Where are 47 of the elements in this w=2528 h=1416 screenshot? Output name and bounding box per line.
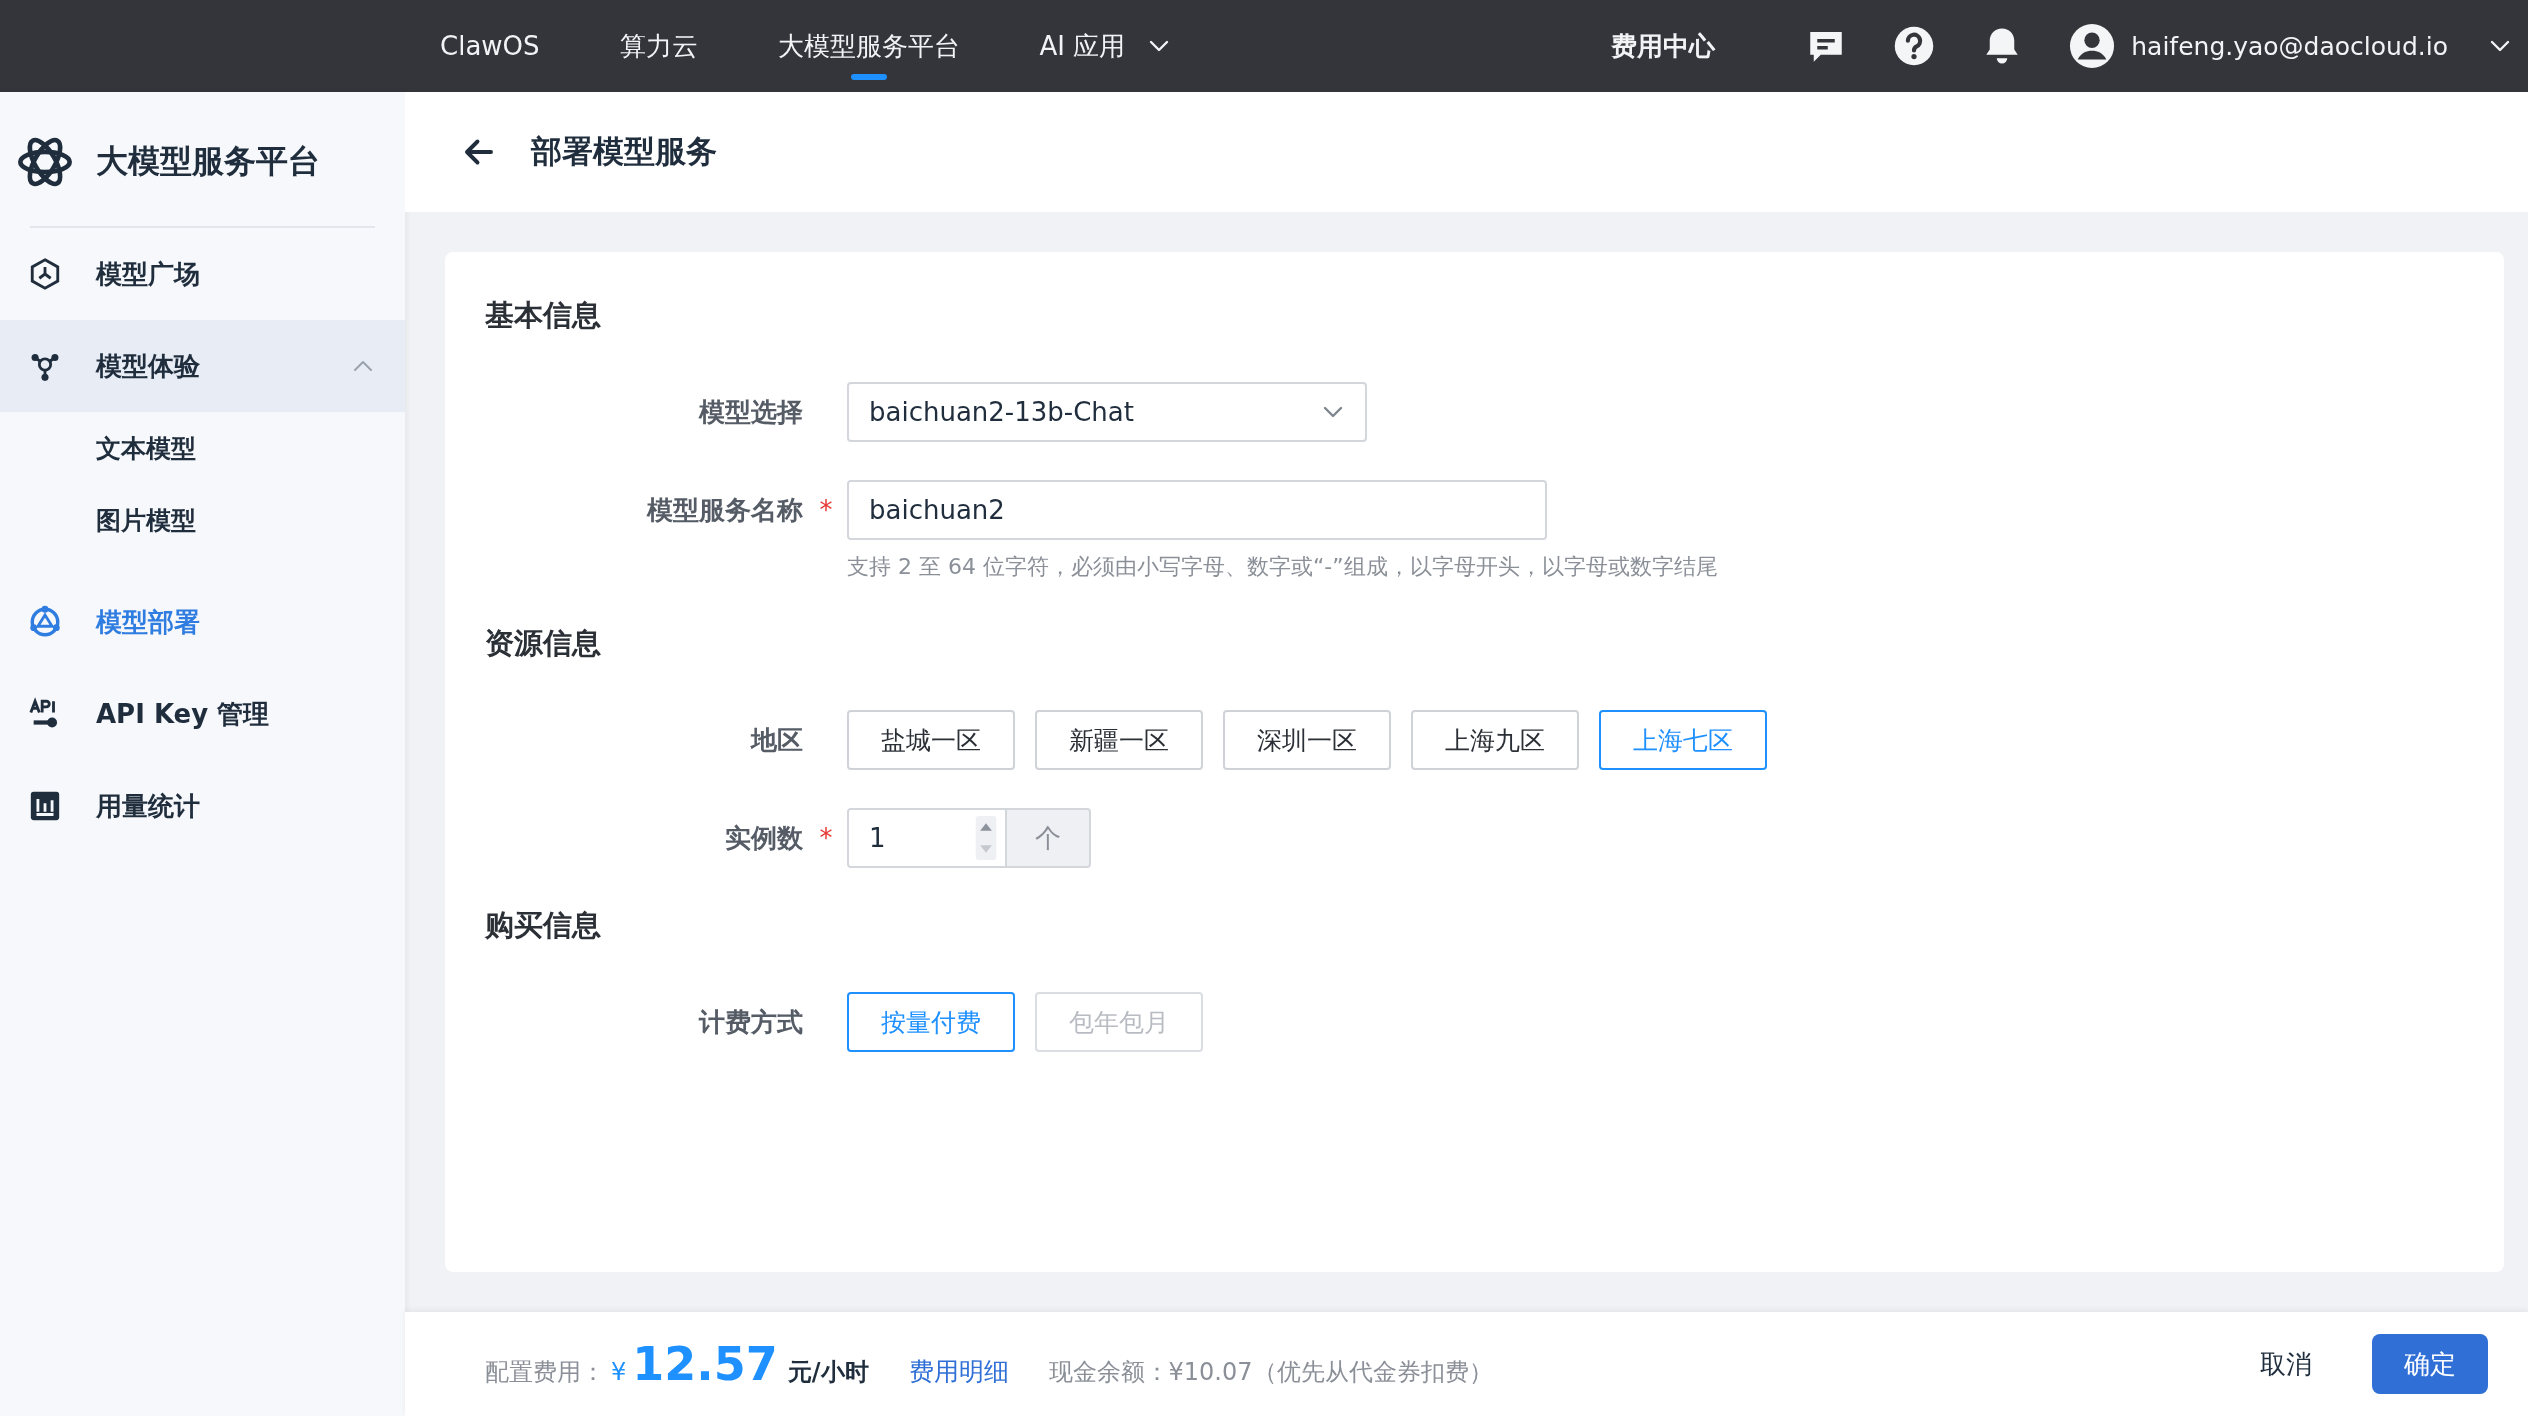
avatar-icon <box>2069 23 2116 69</box>
bar-chart-icon <box>28 789 62 823</box>
section-title: 购买信息 <box>485 907 602 944</box>
cost-detail-link[interactable]: 费用明细 <box>908 1355 1009 1388</box>
sidebar-item[interactable]: 模型广场 <box>0 228 405 320</box>
unit-label: 个 <box>1007 808 1091 868</box>
sidebar-title: 大模型服务平台 <box>96 141 320 182</box>
sidebar-item[interactable]: API Key 管理 <box>0 668 405 760</box>
cost-label: 配置费用： <box>485 1357 605 1388</box>
option-button[interactable]: 新疆一区 <box>1035 710 1203 770</box>
help-icon[interactable] <box>1893 25 1936 67</box>
required-mark: * <box>818 495 834 525</box>
field-label: 地区 <box>751 723 803 757</box>
section-title: 基本信息 <box>485 297 602 334</box>
sidebar-subitem[interactable]: 文本模型 <box>0 412 405 484</box>
field-label: 计费方式 <box>699 1005 803 1039</box>
hexagon-icon <box>28 257 62 291</box>
confirm-button[interactable]: 确定 <box>2372 1334 2488 1394</box>
sidebar-item[interactable]: 模型体验 <box>0 320 405 412</box>
triangle-circle-icon <box>28 605 62 639</box>
field-label: 实例数 <box>725 821 803 855</box>
page-title: 部署模型服务 <box>531 132 717 171</box>
balance-text: 现金余额：¥10.07（优先从代金券扣费） <box>1048 1357 1493 1388</box>
price-text: ¥12.57 <box>611 1337 778 1391</box>
hint-text: 支持 2 至 64 位字符，必须由小写字母、数字或“-”组成，以字母开头，以字母或数字结尾 <box>847 553 1718 581</box>
required-mark: * <box>818 823 834 853</box>
option-button[interactable]: 盐城一区 <box>847 710 1015 770</box>
sidebar-subitem[interactable]: 图片模型 <box>0 484 405 556</box>
stepper-icon <box>975 816 997 860</box>
sidebar-item[interactable]: 用量统计 <box>0 760 405 852</box>
input-field[interactable]: baichuan2 <box>847 480 1547 540</box>
cancel-button[interactable]: 取消 <box>2250 1336 2322 1392</box>
field-label: 模型服务名称 <box>647 493 803 527</box>
option-button[interactable]: 上海九区 <box>1411 710 1579 770</box>
nav-tab[interactable]: 大模型服务平台 <box>737 0 1000 92</box>
field-label: 模型选择 <box>699 395 803 429</box>
option-button[interactable]: 深圳一区 <box>1223 710 1391 770</box>
sidebar-item[interactable]: 模型部署 <box>0 576 405 668</box>
number-input[interactable]: 1 <box>847 808 1007 868</box>
nav-tab[interactable]: ClawOS <box>400 0 580 92</box>
nav-tab[interactable]: 算力云 <box>579 0 738 92</box>
nav-tab[interactable]: AI 应用 <box>999 0 1212 92</box>
section-title: 资源信息 <box>485 625 602 662</box>
price-unit: 元/小时 <box>787 1357 869 1388</box>
model-select[interactable]: baichuan2-13b-Chat <box>847 382 1367 442</box>
billing-link[interactable]: 费用中心 <box>1611 28 1716 64</box>
user-menu[interactable]: haifeng.yao@daocloud.io <box>2069 23 2512 69</box>
